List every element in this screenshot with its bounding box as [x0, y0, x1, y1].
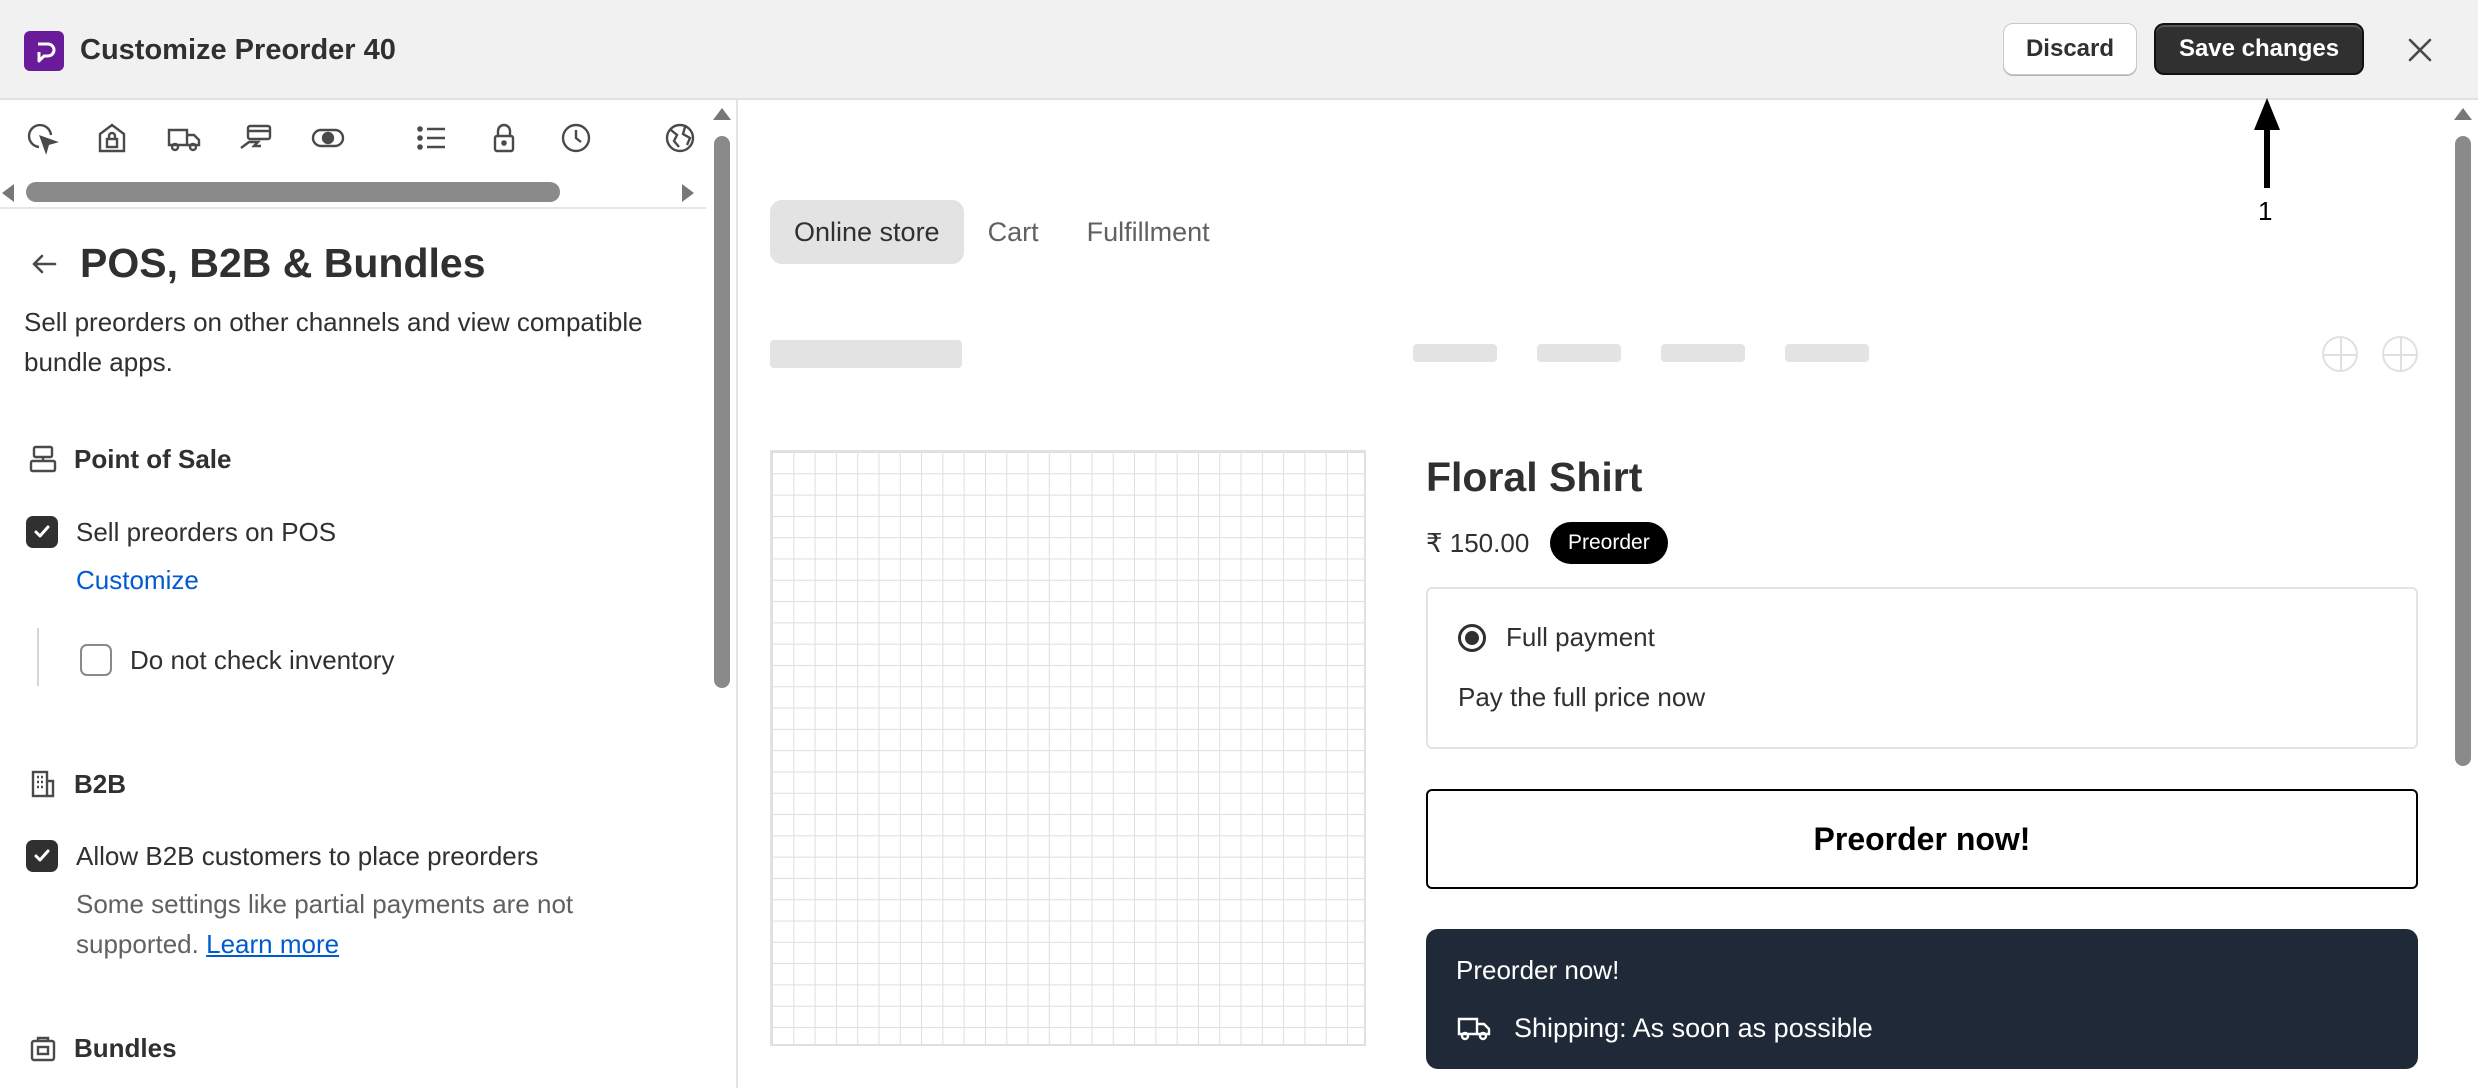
horizontal-scroll-thumb[interactable] — [26, 182, 560, 202]
clock-icon[interactable] — [556, 118, 596, 158]
customize-pos-link[interactable]: Customize — [76, 563, 199, 597]
store-lock-icon[interactable] — [92, 118, 132, 158]
lock-icon[interactable] — [484, 118, 524, 158]
scroll-left-arrow[interactable] — [2, 184, 14, 202]
product-image-placeholder — [770, 450, 1366, 1046]
pos-terminal-icon — [26, 442, 60, 476]
skeleton-nav-item — [1537, 344, 1621, 362]
shipping-text: Shipping: As soon as possible — [1514, 1012, 1873, 1043]
building-icon — [26, 767, 60, 801]
skeleton-nav-item — [1785, 344, 1869, 362]
full-payment-label[interactable]: Full payment — [1506, 619, 1655, 655]
pos-group-header: Point of Sale — [26, 439, 231, 479]
cursor-click-icon[interactable] — [22, 118, 62, 158]
preorder-badge: Preorder — [1550, 522, 1668, 564]
scroll-up-arrow[interactable] — [713, 108, 731, 120]
back-arrow-icon[interactable] — [26, 246, 62, 282]
do-not-check-inventory-label[interactable]: Do not check inventory — [130, 643, 394, 677]
section-title: POS, B2B & Bundles — [80, 240, 486, 286]
settings-icon-strip — [0, 118, 700, 162]
bundles-group-title: Bundles — [74, 1032, 177, 1063]
product-title: Floral Shirt — [1426, 454, 1643, 500]
sell-preorders-pos-checkbox[interactable] — [26, 516, 58, 548]
full-payment-description: Pay the full price now — [1458, 682, 1706, 712]
full-payment-radio[interactable] — [1458, 624, 1486, 652]
page-title: Customize Preorder 40 — [80, 34, 396, 66]
preview-tabs: Online store Cart Fulfillment — [770, 200, 1234, 264]
b2b-group-title: B2B — [74, 768, 127, 799]
preorder-now-dark-title: Preorder now! — [1456, 955, 1620, 985]
store-preview-panel: Online store Cart Fulfillment Floral Shi… — [740, 100, 2478, 1088]
learn-more-link[interactable]: Learn more — [206, 929, 339, 959]
preorder-now-dark-button[interactable]: Preorder now! Shipping: As soon as possi… — [1426, 929, 2418, 1069]
shipping-info: Shipping: As soon as possible — [1456, 1010, 1873, 1046]
globe-icon[interactable] — [660, 118, 700, 158]
delivery-truck-icon[interactable] — [164, 118, 204, 158]
discard-button[interactable]: Discard — [2003, 23, 2137, 75]
section-description: Sell preorders on other channels and vie… — [24, 307, 643, 377]
bundles-group-header: Bundles — [26, 1028, 177, 1068]
do-not-check-inventory-checkbox[interactable] — [80, 644, 112, 676]
tab-cart[interactable]: Cart — [964, 200, 1063, 264]
hand-card-icon[interactable] — [236, 118, 276, 158]
top-bar: Customize Preorder 40 Discard Save chang… — [0, 0, 2478, 100]
sidebar-scroll-thumb[interactable] — [714, 136, 730, 688]
skeleton-search-icon — [2322, 336, 2358, 372]
scroll-right-arrow[interactable] — [682, 184, 694, 202]
settings-sidebar: POS, B2B & Bundles Sell preorders on oth… — [0, 100, 738, 1088]
skeleton-nav-item — [1413, 344, 1497, 362]
bundle-box-icon — [26, 1031, 60, 1065]
pos-group-title: Point of Sale — [74, 443, 232, 474]
save-changes-button[interactable]: Save changes — [2154, 23, 2364, 75]
checkmark-icon — [34, 525, 50, 538]
close-icon[interactable] — [2400, 28, 2440, 72]
payment-option-card[interactable]: Full payment Pay the full price now — [1426, 587, 2418, 749]
nested-indent-rule — [37, 628, 39, 686]
preview-scroll-thumb[interactable] — [2455, 136, 2471, 766]
preorder-now-outline-button[interactable]: Preorder now! — [1426, 789, 2418, 889]
horizontal-scrollbar[interactable] — [0, 180, 706, 206]
sell-preorders-pos-label[interactable]: Sell preorders on POS — [76, 515, 336, 549]
tab-online-store[interactable]: Online store — [770, 200, 964, 264]
sidebar-vertical-scrollbar[interactable] — [706, 100, 736, 1088]
skeleton-nav-item — [1661, 344, 1745, 362]
allow-b2b-preorders-label[interactable]: Allow B2B customers to place preorders — [76, 839, 538, 873]
shipping-truck-icon — [1456, 1013, 1492, 1043]
skeleton-cart-icon — [2382, 336, 2418, 372]
product-price: ₹ 150.00 — [1426, 528, 1530, 558]
app-logo-icon — [24, 31, 64, 71]
b2b-help-text: Some settings like partial payments are … — [76, 884, 676, 964]
annotation-number: 1 — [2258, 196, 2273, 226]
skeleton-store-logo — [770, 340, 962, 368]
tab-fulfillment[interactable]: Fulfillment — [1063, 200, 1234, 264]
checkmark-icon — [34, 849, 50, 862]
preview-scroll-up-arrow[interactable] — [2454, 108, 2472, 120]
eye-toggle-icon[interactable] — [308, 118, 348, 158]
divider — [0, 207, 706, 209]
annotation-arrow-icon — [2250, 96, 2284, 196]
preview-vertical-scrollbar[interactable] — [2448, 100, 2478, 1088]
list-icon[interactable] — [412, 118, 452, 158]
allow-b2b-preorders-checkbox[interactable] — [26, 840, 58, 872]
b2b-group-header: B2B — [26, 764, 126, 804]
